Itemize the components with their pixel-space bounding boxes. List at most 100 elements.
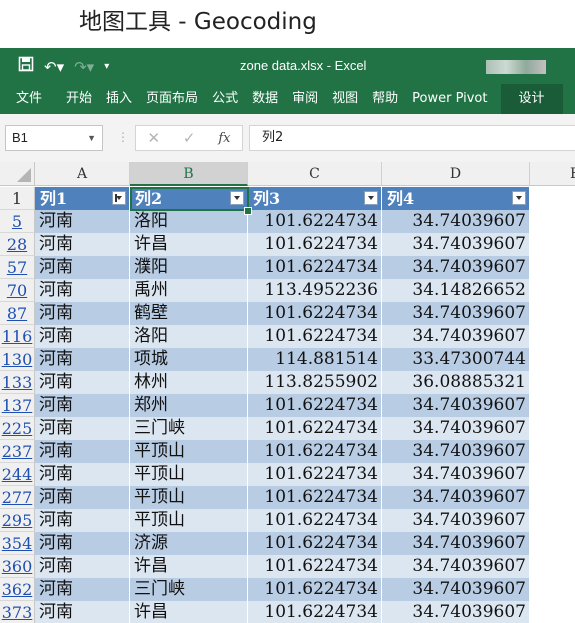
tab-review[interactable]: 审阅 — [285, 84, 325, 114]
empty-cell[interactable] — [530, 233, 575, 256]
tab-power-pivot[interactable]: Power Pivot — [405, 84, 494, 114]
empty-cell[interactable] — [530, 256, 575, 279]
column-header-d[interactable]: D — [382, 162, 530, 186]
table-header-cell-a[interactable]: 列1 — [35, 187, 130, 210]
cell-d[interactable]: 34.74039607 — [382, 509, 530, 532]
cell-c[interactable]: 101.6224734 — [248, 440, 382, 463]
tab-view[interactable]: 视图 — [325, 84, 365, 114]
row-header[interactable]: 244 — [0, 463, 35, 486]
tab-home[interactable]: 开始 — [59, 84, 99, 114]
cell-d[interactable]: 34.14826652 — [382, 279, 530, 302]
empty-cell[interactable] — [530, 417, 575, 440]
cell-a[interactable]: 河南 — [35, 325, 130, 348]
cell-d[interactable]: 34.74039607 — [382, 555, 530, 578]
insert-function-icon[interactable]: fx — [218, 131, 230, 146]
table-header-cell-c[interactable]: 列3 — [248, 187, 382, 210]
cell-c[interactable]: 113.8255902 — [248, 371, 382, 394]
column-header-b[interactable]: B — [130, 162, 248, 186]
row-header[interactable]: 225 — [0, 417, 35, 440]
column-header-e[interactable]: E — [530, 162, 575, 186]
chevron-down-icon[interactable]: ▾ — [104, 57, 109, 77]
empty-cell[interactable] — [530, 486, 575, 509]
empty-cell[interactable] — [530, 463, 575, 486]
cell-a[interactable]: 河南 — [35, 210, 130, 233]
tab-help[interactable]: 帮助 — [365, 84, 405, 114]
filter-dropdown-icon[interactable] — [364, 191, 378, 205]
cell-a[interactable]: 河南 — [35, 256, 130, 279]
cell-d[interactable]: 36.08885321 — [382, 371, 530, 394]
cell-c[interactable]: 101.6224734 — [248, 417, 382, 440]
cell-c[interactable]: 101.6224734 — [248, 578, 382, 601]
row-header[interactable]: 87 — [0, 302, 35, 325]
cell-b[interactable]: 三门峡 — [130, 578, 248, 601]
cell-b[interactable]: 平顶山 — [130, 463, 248, 486]
name-box[interactable]: B1 ▼ — [5, 125, 103, 151]
row-header[interactable]: 295 — [0, 509, 35, 532]
cell-b[interactable]: 洛阳 — [130, 210, 248, 233]
cell-d[interactable]: 34.74039607 — [382, 210, 530, 233]
cell-c[interactable]: 101.6224734 — [248, 256, 382, 279]
cell-b[interactable]: 禹州 — [130, 279, 248, 302]
empty-cell[interactable] — [530, 325, 575, 348]
cell-c[interactable]: 101.6224734 — [248, 532, 382, 555]
cell-b[interactable]: 平顶山 — [130, 440, 248, 463]
cell-c[interactable]: 101.6224734 — [248, 394, 382, 417]
cell-a[interactable]: 河南 — [35, 279, 130, 302]
cell-c[interactable]: 101.6224734 — [248, 210, 382, 233]
row-header[interactable]: 137 — [0, 394, 35, 417]
cell-a[interactable]: 河南 — [35, 578, 130, 601]
row-header[interactable]: 70 — [0, 279, 35, 302]
cell-c[interactable]: 101.6224734 — [248, 233, 382, 256]
cell-b[interactable]: 平顶山 — [130, 486, 248, 509]
row-header[interactable]: 57 — [0, 256, 35, 279]
cell-b[interactable]: 济源 — [130, 532, 248, 555]
empty-cell[interactable] — [530, 509, 575, 532]
cell-a[interactable]: 河南 — [35, 394, 130, 417]
cell-d[interactable]: 34.74039607 — [382, 440, 530, 463]
cell-b[interactable]: 许昌 — [130, 601, 248, 623]
cell-c[interactable]: 101.6224734 — [248, 463, 382, 486]
empty-cell[interactable] — [530, 210, 575, 233]
empty-cell[interactable] — [530, 578, 575, 601]
formula-input[interactable]: 列2 — [249, 125, 575, 151]
empty-cell[interactable] — [530, 394, 575, 417]
redo-icon[interactable]: ↷▾ — [74, 57, 94, 77]
cell-b[interactable]: 鹤壁 — [130, 302, 248, 325]
row-header[interactable]: 237 — [0, 440, 35, 463]
row-header[interactable]: 373 — [0, 601, 35, 623]
cell-d[interactable]: 34.74039607 — [382, 256, 530, 279]
chevron-down-icon[interactable]: ▼ — [87, 126, 96, 150]
cell-c[interactable]: 101.6224734 — [248, 486, 382, 509]
empty-cell[interactable] — [530, 555, 575, 578]
empty-cell[interactable] — [530, 532, 575, 555]
cell-d[interactable]: 34.74039607 — [382, 417, 530, 440]
cell-d[interactable]: 34.74039607 — [382, 325, 530, 348]
cell-c[interactable]: 101.6224734 — [248, 302, 382, 325]
cell-a[interactable]: 河南 — [35, 348, 130, 371]
cell-a[interactable]: 河南 — [35, 417, 130, 440]
cell-d[interactable]: 34.74039607 — [382, 463, 530, 486]
empty-cell[interactable] — [530, 371, 575, 394]
cell-d[interactable]: 34.74039607 — [382, 532, 530, 555]
cell-a[interactable]: 河南 — [35, 440, 130, 463]
cell-b[interactable]: 林州 — [130, 371, 248, 394]
cell-a[interactable]: 河南 — [35, 509, 130, 532]
tab-data[interactable]: 数据 — [245, 84, 285, 114]
row-header[interactable]: 5 — [0, 210, 35, 233]
cell-d[interactable]: 34.74039607 — [382, 486, 530, 509]
row-header[interactable]: 362 — [0, 578, 35, 601]
cell-b[interactable]: 濮阳 — [130, 256, 248, 279]
tab-page-layout[interactable]: 页面布局 — [139, 84, 205, 114]
tab-design[interactable]: 设计 — [500, 84, 563, 114]
tab-file[interactable]: 文件 — [0, 84, 59, 114]
filter-dropdown-icon[interactable] — [512, 191, 526, 205]
cell-a[interactable]: 河南 — [35, 302, 130, 325]
cell-b[interactable]: 项城 — [130, 348, 248, 371]
empty-cell[interactable] — [530, 279, 575, 302]
cell-c[interactable]: 101.6224734 — [248, 555, 382, 578]
tab-insert[interactable]: 插入 — [99, 84, 139, 114]
cell-d[interactable]: 34.74039607 — [382, 578, 530, 601]
cell-b[interactable]: 三门峡 — [130, 417, 248, 440]
cell-d[interactable]: 34.74039607 — [382, 302, 530, 325]
row-header[interactable]: 28 — [0, 233, 35, 256]
